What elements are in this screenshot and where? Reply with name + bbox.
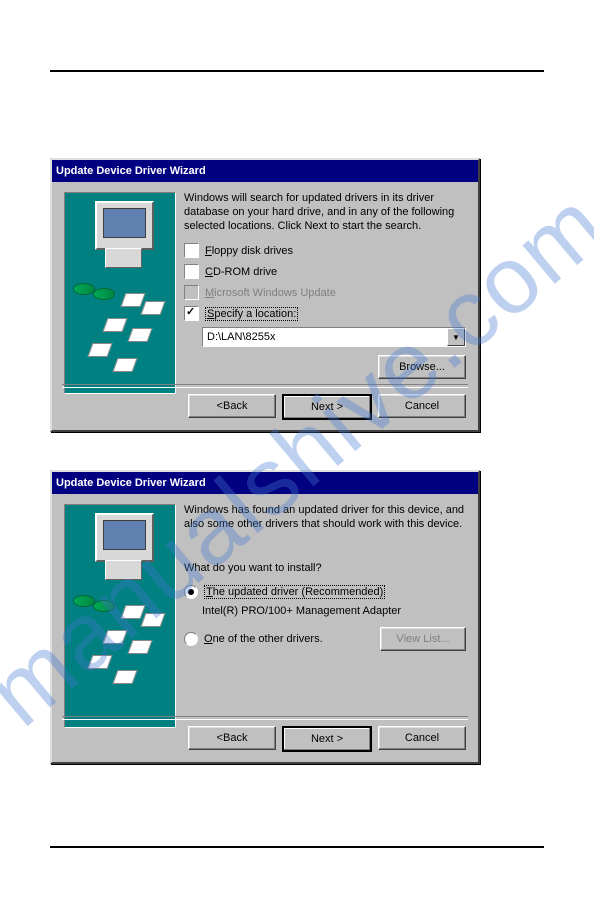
browse-row: Browse... [184,355,466,379]
paper-icon [102,630,127,644]
next-button[interactable]: Next > [282,394,372,420]
radio-icon[interactable] [184,632,198,646]
location-value: D:\LAN\8255x [207,331,275,343]
option-label: Floppy disk drives [205,245,293,257]
wizard-sidebar-graphic [64,504,176,728]
option-label: The updated driver (Recommended) [204,585,385,599]
cancel-button[interactable]: Cancel [378,394,466,418]
option-cdrom[interactable]: CD-ROM drive [184,264,466,279]
wizard-dialog-choose: Update Device Driver Wizard Windows has … [50,470,480,764]
titlebar: Update Device Driver Wizard [52,160,478,182]
cd-icon [73,283,95,295]
option-label: Specify a location: [205,307,298,321]
option-floppy[interactable]: Floppy disk drives [184,243,466,258]
next-button[interactable]: Next > [282,726,372,752]
separator [62,384,468,388]
option-label: CD-ROM drive [205,266,277,278]
cd-icon [93,600,115,612]
checkbox-icon [184,285,199,300]
page-bottom-rule [50,846,544,848]
option-label: Microsoft Windows Update [205,287,336,299]
option-specify-location[interactable]: Specify a location: [184,306,466,321]
paper-icon [87,655,112,669]
paper-icon [87,343,112,357]
button-bar: < Back Next > Cancel [182,726,466,752]
dialog-title: Update Device Driver Wizard [56,477,206,489]
monitor-base-icon [105,248,142,268]
dialog-body: Windows has found an updated driver for … [52,494,478,512]
option-other-drivers[interactable]: One of the other drivers. View List... [184,627,466,651]
radio-icon[interactable] [184,585,198,599]
browse-button[interactable]: Browse... [378,355,466,379]
paper-icon [102,318,127,332]
back-button[interactable]: < Back [188,726,276,750]
button-bar: < Back Next > Cancel [182,394,466,420]
paper-icon [127,640,152,654]
view-list-button: View List... [380,627,466,651]
page-top-rule [50,70,544,72]
paper-icon [112,358,137,372]
monitor-base-icon [105,560,142,580]
dialog-body: Windows will search for updated drivers … [52,182,478,200]
content-pane: Windows will search for updated drivers … [184,192,466,379]
content-pane: Windows has found an updated driver for … [184,504,466,657]
paper-icon [120,293,145,307]
paper-icon [120,605,145,619]
option-label: One of the other drivers. [204,633,323,645]
cd-icon [93,288,115,300]
checkbox-icon[interactable] [184,243,199,258]
question-text: What do you want to install? [184,562,466,576]
checkbox-icon[interactable] [184,264,199,279]
checkbox-icon[interactable] [184,306,199,321]
dialog-title: Update Device Driver Wizard [56,165,206,177]
monitor-icon [95,513,154,562]
paper-icon [140,613,165,627]
titlebar: Update Device Driver Wizard [52,472,478,494]
cd-icon [73,595,95,607]
option-ms-update: Microsoft Windows Update [184,285,466,300]
cancel-button[interactable]: Cancel [378,726,466,750]
chevron-down-icon[interactable]: ▼ [447,328,465,346]
paper-icon [140,301,165,315]
intro-text: Windows will search for updated drivers … [184,192,466,233]
driver-name: Intel(R) PRO/100+ Management Adapter [202,605,466,617]
location-combo[interactable]: D:\LAN\8255x ▼ [202,327,466,347]
intro-text: Windows has found an updated driver for … [184,504,466,532]
back-button[interactable]: < Back [188,394,276,418]
monitor-icon [95,201,154,250]
option-recommended-driver[interactable]: The updated driver (Recommended) [184,585,466,599]
location-combo-row: D:\LAN\8255x ▼ [202,327,466,347]
paper-icon [127,328,152,342]
separator [62,716,468,720]
wizard-dialog-locations: Update Device Driver Wizard Windows will… [50,158,480,432]
paper-icon [112,670,137,684]
wizard-sidebar-graphic [64,192,176,394]
